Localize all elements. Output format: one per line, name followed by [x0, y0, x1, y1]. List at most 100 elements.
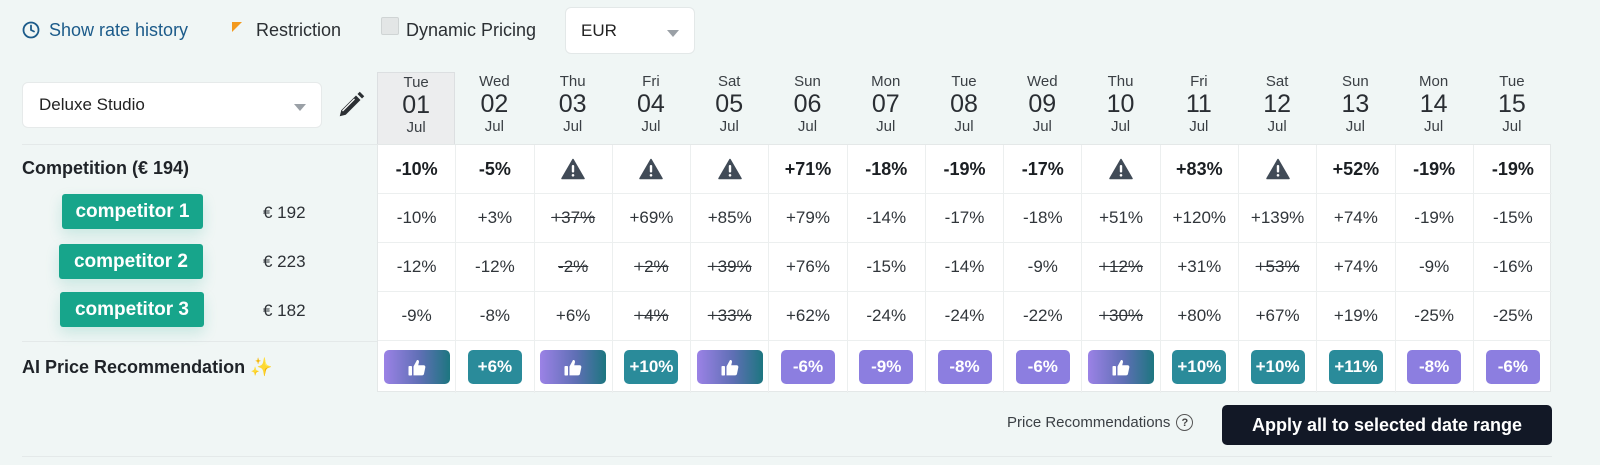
date-column-12[interactable]: Sat 12 Jul: [1238, 72, 1316, 144]
competitor-1-cell[interactable]: +79%: [769, 194, 848, 243]
room-type-select[interactable]: Deluxe Studio: [22, 82, 322, 128]
date-column-10[interactable]: Thu 10 Jul: [1081, 72, 1159, 144]
competitor-1-cell[interactable]: -19%: [1395, 194, 1474, 243]
date-column-3[interactable]: Thu 03 Jul: [534, 72, 612, 144]
dynamic-pricing-checkbox[interactable]: [381, 17, 399, 35]
dynamic-pricing-toggle[interactable]: Dynamic Pricing: [381, 17, 536, 43]
competitor-2-cell[interactable]: +53%: [1238, 243, 1318, 292]
date-column-7[interactable]: Mon 07 Jul: [847, 72, 925, 144]
price-recommendation-button[interactable]: -8%: [937, 350, 992, 384]
competitor-3-cell[interactable]: +80%: [1160, 292, 1239, 341]
help-circle-icon[interactable]: ?: [1176, 414, 1194, 431]
accept-recommendation-button[interactable]: [540, 350, 607, 384]
competitor-2-cell[interactable]: -2%: [534, 243, 613, 292]
competitor-1-cell[interactable]: +120%: [1160, 194, 1239, 243]
competitor-1-cell[interactable]: +37%: [534, 194, 613, 243]
apply-all-button[interactable]: Apply all to selected date range: [1222, 405, 1552, 445]
price-recommendation-button[interactable]: +10%: [1250, 350, 1305, 384]
price-recommendation-button[interactable]: -8%: [1407, 350, 1462, 384]
competitor-3-cell[interactable]: +30%: [1082, 292, 1161, 341]
date-column-14[interactable]: Mon 14 Jul: [1395, 72, 1473, 144]
competitor-2-cell[interactable]: -12%: [456, 243, 535, 292]
show-rate-history-link[interactable]: Show rate history: [22, 17, 188, 43]
competition-cell[interactable]: -17%: [1004, 145, 1083, 194]
competition-cell[interactable]: +71%: [769, 145, 848, 194]
date-column-8[interactable]: Tue 08 Jul: [925, 72, 1003, 144]
competition-cell[interactable]: +52%: [1317, 145, 1396, 194]
competitor-1-cell[interactable]: -18%: [1004, 194, 1083, 243]
competitor-1-cell[interactable]: +69%: [612, 194, 692, 243]
competitor-2-cell[interactable]: +74%: [1317, 243, 1396, 292]
competition-cell[interactable]: -19%: [925, 145, 1005, 194]
competitor-1-cell[interactable]: +3%: [456, 194, 535, 243]
competitor-3-cell[interactable]: -8%: [456, 292, 535, 341]
price-recommendation-button[interactable]: -9%: [859, 350, 914, 384]
competitor-badge-3[interactable]: competitor 3: [60, 292, 204, 327]
competitor-1-cell[interactable]: -14%: [847, 194, 926, 243]
price-recommendation-button[interactable]: -6%: [1015, 350, 1070, 384]
competitor-3-cell[interactable]: +19%: [1317, 292, 1396, 341]
competitor-2-cell[interactable]: -15%: [847, 243, 926, 292]
price-recommendation-button[interactable]: -6%: [1485, 350, 1540, 384]
date-column-15[interactable]: Tue 15 Jul: [1473, 72, 1551, 144]
date-column-5[interactable]: Sat 05 Jul: [690, 72, 768, 144]
accept-recommendation-button[interactable]: [696, 350, 763, 384]
competitor-2-cell[interactable]: +39%: [691, 243, 770, 292]
competitor-badge-1[interactable]: competitor 1: [62, 194, 203, 229]
competition-cell[interactable]: [1238, 145, 1318, 194]
accept-recommendation-button[interactable]: [1088, 350, 1155, 384]
competitor-2-cell[interactable]: +31%: [1160, 243, 1239, 292]
competitor-1-cell[interactable]: +74%: [1317, 194, 1396, 243]
competitor-2-cell[interactable]: -14%: [925, 243, 1005, 292]
date-column-9[interactable]: Wed 09 Jul: [1003, 72, 1081, 144]
competitor-3-cell[interactable]: -22%: [1004, 292, 1083, 341]
date-column-4[interactable]: Fri 04 Jul: [612, 72, 690, 144]
competitor-2-cell[interactable]: -9%: [1395, 243, 1474, 292]
currency-select[interactable]: EUR: [565, 7, 695, 54]
date-column-1[interactable]: Tue 01 Jul: [377, 72, 456, 144]
competition-cell[interactable]: -19%: [1473, 145, 1553, 194]
competition-cell[interactable]: -18%: [847, 145, 926, 194]
competitor-1-cell[interactable]: -15%: [1473, 194, 1553, 243]
date-column-6[interactable]: Sun 06 Jul: [768, 72, 846, 144]
competitor-badge-2[interactable]: competitor 2: [59, 244, 203, 279]
competition-cell[interactable]: [534, 145, 613, 194]
competitor-3-cell[interactable]: -9%: [378, 292, 457, 341]
competitor-1-cell[interactable]: +85%: [691, 194, 770, 243]
competitor-3-cell[interactable]: +62%: [769, 292, 848, 341]
price-recommendation-button[interactable]: +10%: [1172, 350, 1227, 384]
price-recommendation-button[interactable]: +10%: [624, 350, 679, 384]
competitor-1-cell[interactable]: -10%: [378, 194, 457, 243]
competition-cell[interactable]: +83%: [1160, 145, 1239, 194]
competitor-3-cell[interactable]: +33%: [691, 292, 770, 341]
competitor-2-cell[interactable]: +12%: [1082, 243, 1161, 292]
date-column-11[interactable]: Fri 11 Jul: [1160, 72, 1238, 144]
competitor-3-cell[interactable]: +67%: [1238, 292, 1318, 341]
date-column-13[interactable]: Sun 13 Jul: [1316, 72, 1394, 144]
price-recommendation-button[interactable]: +11%: [1328, 350, 1383, 384]
pencil-icon[interactable]: [336, 90, 366, 120]
competitor-2-cell[interactable]: -12%: [378, 243, 457, 292]
competition-cell[interactable]: [1082, 145, 1161, 194]
competitor-3-cell[interactable]: -24%: [925, 292, 1005, 341]
competitor-3-cell[interactable]: -24%: [847, 292, 926, 341]
competition-cell[interactable]: -19%: [1395, 145, 1474, 194]
competitor-3-cell[interactable]: +4%: [612, 292, 692, 341]
competition-cell[interactable]: -5%: [456, 145, 535, 194]
competition-cell[interactable]: [612, 145, 692, 194]
competitor-2-cell[interactable]: -9%: [1004, 243, 1083, 292]
competitor-1-cell[interactable]: -17%: [925, 194, 1005, 243]
competitor-1-cell[interactable]: +51%: [1082, 194, 1161, 243]
competitor-3-cell[interactable]: -25%: [1473, 292, 1553, 341]
competition-cell[interactable]: [691, 145, 770, 194]
price-recommendation-button[interactable]: +6%: [467, 350, 522, 384]
competition-cell[interactable]: -10%: [378, 145, 457, 194]
accept-recommendation-button[interactable]: [383, 350, 450, 384]
competitor-3-cell[interactable]: -25%: [1395, 292, 1474, 341]
competitor-3-cell[interactable]: +6%: [534, 292, 613, 341]
price-recommendation-button[interactable]: -6%: [780, 350, 835, 384]
competitor-2-cell[interactable]: -16%: [1473, 243, 1553, 292]
competitor-2-cell[interactable]: +76%: [769, 243, 848, 292]
competitor-2-cell[interactable]: +2%: [612, 243, 692, 292]
competitor-1-cell[interactable]: +139%: [1238, 194, 1318, 243]
